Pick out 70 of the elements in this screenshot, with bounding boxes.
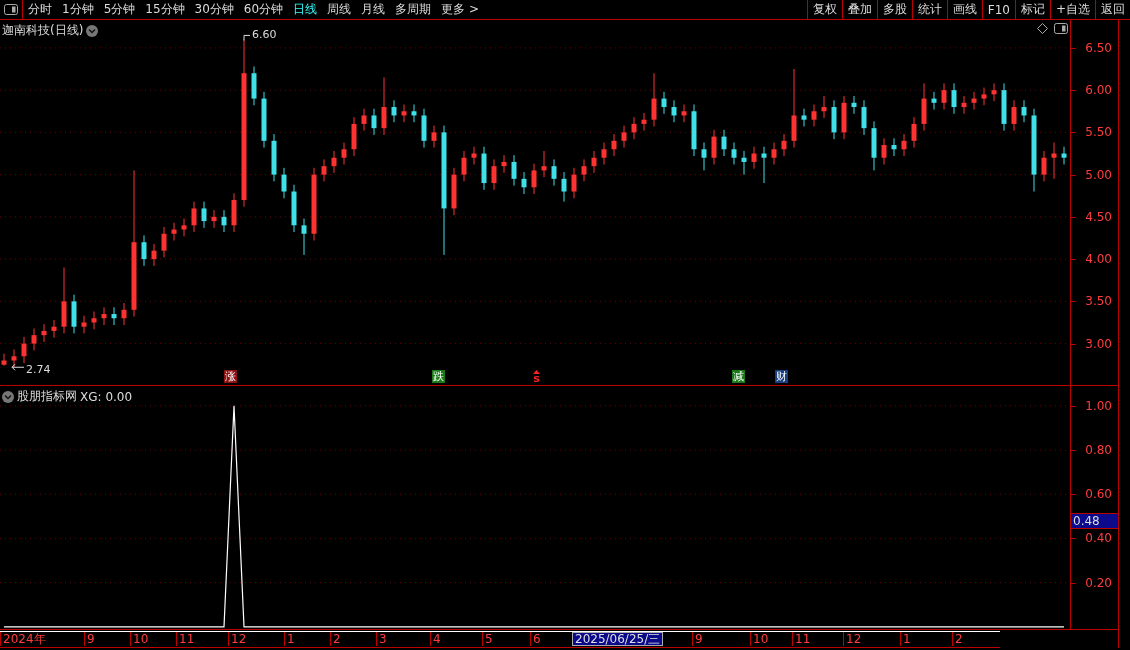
time-axis-label: 1 bbox=[900, 632, 913, 646]
period-tab[interactable]: 周线 bbox=[322, 0, 357, 19]
price-axis-label: 5.00 bbox=[1085, 167, 1112, 182]
low-price-label: 2.74 bbox=[26, 363, 51, 377]
period-tab[interactable]: 更多 > bbox=[436, 0, 484, 19]
time-axis-label: 5 bbox=[482, 632, 495, 646]
toolbar-button[interactable]: 复权 bbox=[806, 0, 842, 19]
time-axis-label: 11 bbox=[176, 632, 197, 646]
time-axis-label: 12 bbox=[843, 632, 864, 646]
toolbar-button[interactable]: 多股 bbox=[876, 0, 912, 19]
toolbar-button[interactable]: 画线 bbox=[946, 0, 982, 19]
time-axis-label: 1 bbox=[284, 632, 297, 646]
signal-marker[interactable]: s bbox=[532, 370, 541, 383]
period-tab[interactable]: 分时 bbox=[23, 0, 57, 19]
period-tab[interactable]: 5分钟 bbox=[98, 0, 141, 19]
time-axis-label: 2 bbox=[330, 632, 343, 646]
event-marker[interactable]: 跌 bbox=[432, 370, 445, 383]
current-value-label: 0.48 bbox=[1071, 512, 1118, 529]
price-axis-label: 6.00 bbox=[1085, 83, 1112, 98]
indicator-axis-label: 0.20 bbox=[1085, 575, 1112, 590]
chevron-down-icon[interactable] bbox=[2, 390, 14, 403]
price-axis-label: 6.50 bbox=[1085, 40, 1112, 55]
panel-toggle-icon[interactable] bbox=[4, 4, 18, 15]
chevron-down-icon[interactable] bbox=[86, 24, 99, 37]
indicator-reading: XG: 0.00 bbox=[80, 389, 133, 404]
low-price-pointer-icon bbox=[11, 363, 25, 371]
up-arrow-icon bbox=[533, 370, 540, 374]
diamond-icon[interactable] bbox=[1037, 23, 1048, 34]
indicator-axis-label: 0.80 bbox=[1085, 443, 1112, 458]
time-axis-label: 12 bbox=[228, 632, 249, 646]
period-tab[interactable]: 30分钟 bbox=[189, 0, 239, 19]
time-axis-label: 11 bbox=[792, 632, 813, 646]
indicator-axis-label: 0.60 bbox=[1085, 487, 1112, 502]
period-tab[interactable]: 多周期 bbox=[390, 0, 437, 19]
toolbar-button[interactable]: F10 bbox=[981, 0, 1015, 19]
time-axis-label: 10 bbox=[130, 632, 151, 646]
period-tab[interactable]: 1分钟 bbox=[57, 0, 99, 19]
event-marker[interactable]: 涨 bbox=[224, 370, 237, 383]
indicator-axis-label: 1.00 bbox=[1085, 398, 1112, 413]
indicator-name: 股朋指标网 bbox=[17, 388, 77, 405]
price-axis-label: 5.50 bbox=[1085, 125, 1112, 140]
price-axis-label: 4.50 bbox=[1085, 209, 1112, 224]
time-axis-label: 2 bbox=[952, 632, 965, 646]
time-axis-label: 9 bbox=[84, 632, 97, 646]
stock-title: 迦南科技(日线) bbox=[2, 22, 84, 39]
toolbar-button[interactable]: 返回 bbox=[1095, 0, 1130, 19]
time-axis-label: 2024年 bbox=[0, 632, 48, 646]
event-marker[interactable]: 财 bbox=[775, 370, 788, 383]
period-tab[interactable]: 60分钟 bbox=[238, 0, 289, 19]
toolbar-button[interactable]: 统计 bbox=[911, 0, 947, 19]
time-axis-label: 3 bbox=[376, 632, 389, 646]
toolbar-button[interactable]: 叠加 bbox=[841, 0, 877, 19]
price-axis-label: 3.00 bbox=[1085, 336, 1112, 351]
time-axis-label: 9 bbox=[692, 632, 705, 646]
time-axis-label: 4 bbox=[430, 632, 443, 646]
panel-toggle-icon[interactable] bbox=[1054, 23, 1068, 34]
period-tab[interactable]: 日线 bbox=[288, 0, 323, 19]
price-axis-label: 3.50 bbox=[1085, 294, 1112, 309]
high-price-label: 6.60 bbox=[252, 28, 277, 42]
high-price-pointer-icon bbox=[243, 34, 251, 41]
period-tab[interactable]: 15分钟 bbox=[140, 0, 190, 19]
event-marker[interactable]: 减 bbox=[732, 370, 745, 383]
toolbar-button[interactable]: +自选 bbox=[1049, 0, 1095, 19]
time-axis-label: 2025/06/25/三 bbox=[572, 632, 664, 646]
price-axis-label: 4.00 bbox=[1085, 252, 1112, 267]
time-axis-label: 6 bbox=[530, 632, 543, 646]
indicator-axis-label: 0.40 bbox=[1085, 531, 1112, 546]
toolbar-button[interactable]: 标记 bbox=[1014, 0, 1050, 19]
period-tab[interactable]: 月线 bbox=[356, 0, 391, 19]
time-axis-label: 10 bbox=[750, 632, 771, 646]
